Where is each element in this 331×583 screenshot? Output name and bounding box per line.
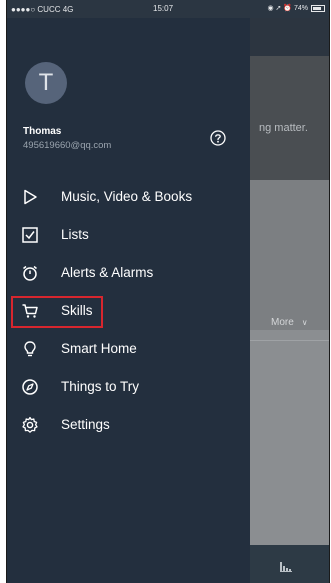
navigation-drawer: T Thomas 495619660@qq.com Music, Video &… <box>7 18 250 583</box>
chevron-down-icon: ∨ <box>301 318 308 327</box>
menu-item-alerts-alarms[interactable]: Alerts & Alarms <box>7 259 250 287</box>
status-right-indicators: ◉ ➚ ⏰ 74% <box>267 4 325 12</box>
more-button[interactable]: More ∨ <box>271 317 308 328</box>
user-name: Thomas <box>23 126 62 137</box>
menu-item-things-to-try[interactable]: Things to Try <box>7 373 250 401</box>
status-right-text: ◉ ➚ ⏰ 74% <box>267 5 308 12</box>
phone-frame: ng matter. More ∨ ●●●●○ CUCC 4G 15:07 ◉ ➚… <box>6 0 330 583</box>
help-icon[interactable] <box>210 130 226 146</box>
menu-item-settings[interactable]: Settings <box>7 411 250 439</box>
battery-icon <box>311 4 325 12</box>
play-icon <box>24 189 37 205</box>
avatar[interactable]: T <box>25 62 67 104</box>
lightbulb-icon <box>24 341 36 357</box>
skills-highlight-box <box>11 296 103 328</box>
menu-label: Smart Home <box>61 341 137 356</box>
background-snippet-text: ng matter. <box>259 122 308 134</box>
menu-label: Alerts & Alarms <box>61 265 154 280</box>
menu-label: Music, Video & Books <box>61 189 193 204</box>
status-time: 15:07 <box>153 4 174 13</box>
status-bar: ●●●●○ CUCC 4G 15:07 ◉ ➚ ⏰ 74% <box>7 0 329 18</box>
checkbox-icon <box>22 227 38 243</box>
menu-item-music-video-books[interactable]: Music, Video & Books <box>7 183 250 211</box>
menu-item-smart-home[interactable]: Smart Home <box>7 335 250 363</box>
stopwatch-icon <box>23 265 37 281</box>
carrier-signal: ●●●●○ CUCC 4G <box>11 4 74 14</box>
more-label: More <box>271 317 294 328</box>
menu-label: Settings <box>61 417 110 432</box>
compass-icon <box>22 379 38 395</box>
user-email: 495619660@qq.com <box>23 140 112 151</box>
menu-item-lists[interactable]: Lists <box>7 221 250 249</box>
equalizer-icon[interactable] <box>279 558 293 572</box>
menu-label: Lists <box>61 227 89 242</box>
background-divider <box>247 340 329 341</box>
gear-icon <box>22 416 38 433</box>
menu-label: Things to Try <box>61 379 140 394</box>
